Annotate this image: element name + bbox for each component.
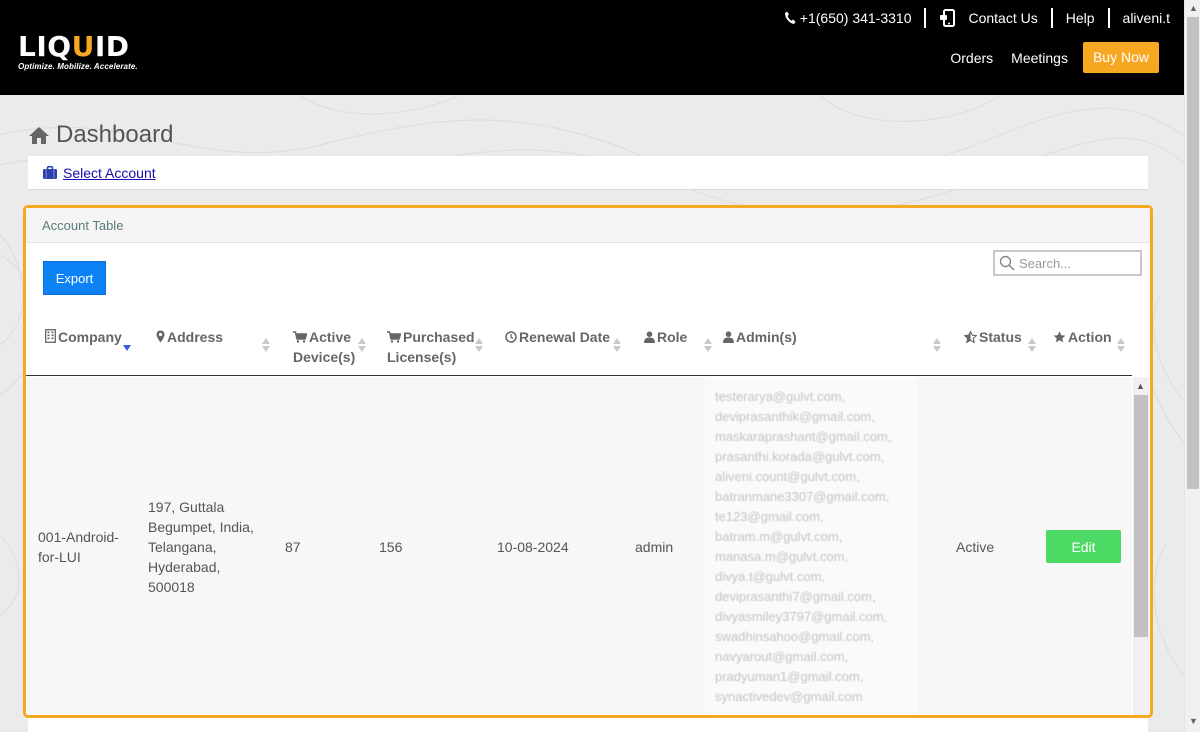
sort-icon[interactable] [358,337,366,353]
map-marker-icon [156,330,165,343]
header-status[interactable]: Status [963,327,1022,347]
account-table-panel: Account Table Export Company Address Act… [23,205,1153,718]
sort-icon[interactable] [1117,337,1125,353]
sort-icon[interactable] [475,337,483,353]
next-panel-edge [28,718,1148,732]
contact-us-link[interactable]: Contact Us [926,8,1053,28]
mobile-chat-icon [940,9,956,27]
sort-icon[interactable] [613,337,621,353]
top-links: +1(650) 341-3310 Contact Us Help aliveni… [771,8,1170,28]
star-icon [1053,331,1066,343]
cell-role: admin [635,539,674,555]
cell-purchased-licenses: 156 [379,539,403,555]
main-nav: Orders Meetings Buy Now [932,42,1159,73]
search-icon [999,255,1015,271]
edit-button[interactable]: Edit [1046,530,1121,563]
header-role[interactable]: Role [644,327,687,347]
clock-icon [505,331,517,343]
briefcase-icon [43,165,57,179]
user-menu[interactable]: aliveni.t [1110,8,1170,28]
select-account-bar: Select Account [28,156,1148,190]
table-scrollbar-thumb[interactable] [1134,395,1148,637]
cell-admins: testerarya@gulvt.com, deviprasanthik@gma… [715,389,892,704]
table-scrollbar[interactable]: ▲ [1133,377,1149,715]
buy-now-button[interactable]: Buy Now [1082,42,1159,73]
header-action[interactable]: Action [1053,327,1112,347]
building-icon [45,329,56,343]
search-box[interactable] [993,250,1142,276]
cart-icon [293,331,308,343]
cell-status: Active [956,539,995,555]
header-renewal-date[interactable]: Renewal Date [505,327,610,347]
nav-orders[interactable]: Orders [950,50,993,66]
help-link[interactable]: Help [1053,8,1110,28]
scroll-up-icon[interactable]: ▲ [1136,381,1145,391]
page-scroll-down-icon[interactable]: ▼ [1189,716,1198,726]
export-button[interactable]: Export [43,261,106,295]
table-header: Company Address Active Device(s) Purchas… [26,313,1132,376]
star-half-icon [963,330,978,344]
logo-tagline: Optimize. Mobilize. Accelerate. [18,62,138,71]
home-icon [29,126,49,144]
table-row: 001-Android-for-LUI 197, Guttala Begumpe… [26,377,1132,715]
sort-icon[interactable] [933,337,941,353]
sort-ascending-icon[interactable] [123,337,131,353]
top-header: LIQUID Optimize. Mobilize. Accelerate. +… [0,0,1200,95]
cart-icon [387,331,402,343]
header-address[interactable]: Address [156,327,223,347]
cell-company: 001-Android-for-LUI [38,529,119,565]
search-input[interactable] [1019,255,1139,271]
page-scroll-up-icon[interactable]: ▲ [1189,3,1198,13]
header-company[interactable]: Company [45,327,122,347]
cell-renewal-date: 10-08-2024 [497,539,569,555]
nav-meetings[interactable]: Meetings [1011,50,1068,66]
cell-address: 197, Guttala Begumpet, India, Telangana,… [148,499,254,595]
sort-icon[interactable] [704,337,712,353]
phone-link[interactable]: +1(650) 341-3310 [771,8,927,28]
user-icon [723,331,734,343]
sort-icon[interactable] [262,337,270,353]
page-scrollbar[interactable]: ▲ ▼ [1184,0,1200,732]
panel-title: Account Table [26,208,1150,243]
header-purchased-licenses[interactable]: Purchased License(s) [387,327,475,367]
phone-icon [784,11,796,24]
header-admins[interactable]: Admin(s) [723,327,797,347]
header-active-devices[interactable]: Active Device(s) [293,327,361,367]
page-title: Dashboard [28,121,173,149]
select-account-link[interactable]: Select Account [63,165,156,181]
page-scrollbar-thumb[interactable] [1187,17,1199,489]
liquid-logo[interactable]: LIQUID Optimize. Mobilize. Accelerate. [18,30,138,72]
cell-active-devices: 87 [285,539,301,555]
sort-icon[interactable] [1028,337,1036,353]
user-icon [644,331,655,343]
logo-wordmark: LIQUID [18,30,130,63]
